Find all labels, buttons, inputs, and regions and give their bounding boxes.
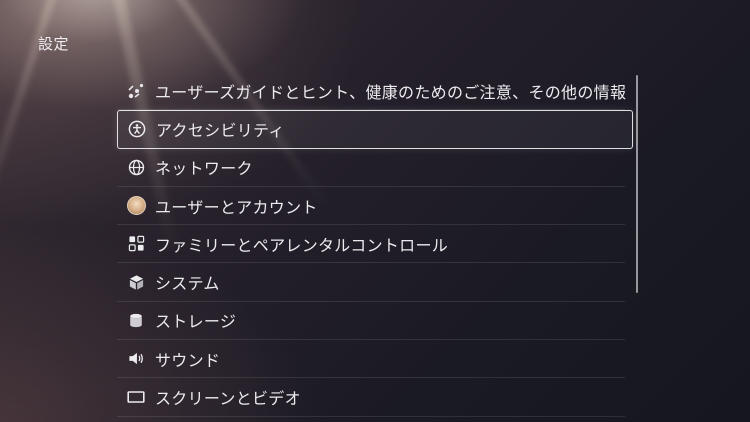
page-title: 設定 <box>38 35 70 53</box>
menu-item-family-parental[interactable]: ファミリーとペアレンタルコントロール <box>117 225 625 264</box>
avatar-icon <box>126 196 146 216</box>
menu-item-label: スクリーンとビデオ <box>155 389 301 409</box>
accessibility-icon <box>127 119 147 139</box>
family-icon <box>126 234 146 254</box>
menu-item-sound[interactable]: サウンド <box>117 340 625 379</box>
menu-item-label: ファミリーとペアレンタルコントロール <box>155 235 449 255</box>
globe-icon <box>126 157 146 177</box>
menu-item-user-guide[interactable]: ユーザーズガイドとヒント、健康のためのご注意、その他の情報 <box>117 72 627 111</box>
menu-item-users-accounts[interactable]: ユーザーとアカウント <box>117 187 625 226</box>
guide-icon <box>126 81 146 101</box>
menu-item-label: ユーザーとアカウント <box>155 197 318 217</box>
menu-item-label: システム <box>155 274 220 294</box>
menu-item-label: サウンド <box>155 350 221 370</box>
menu-item-system[interactable]: システム <box>117 263 625 302</box>
menu-item-screen-video[interactable]: スクリーンとビデオ <box>117 378 625 417</box>
storage-icon <box>126 310 146 330</box>
settings-menu: ユーザーズガイドとヒント、健康のためのご注意、その他の情報 アクセシビリティ ネ… <box>117 72 633 417</box>
menu-item-network[interactable]: ネットワーク <box>117 149 625 187</box>
scrollbar[interactable] <box>636 75 638 293</box>
menu-item-label: ストレージ <box>155 312 237 332</box>
menu-item-label: アクセシビリティ <box>156 121 285 141</box>
speaker-icon <box>126 349 146 369</box>
screen-icon <box>126 387 146 407</box>
menu-item-label: ネットワーク <box>155 159 253 179</box>
menu-item-label: ユーザーズガイドとヒント、健康のためのご注意、その他の情報 <box>155 82 627 102</box>
menu-item-accessibility[interactable]: アクセシビリティ <box>117 110 633 149</box>
avatar <box>126 196 146 216</box>
menu-item-storage[interactable]: ストレージ <box>117 302 625 341</box>
cube-icon <box>126 272 146 292</box>
